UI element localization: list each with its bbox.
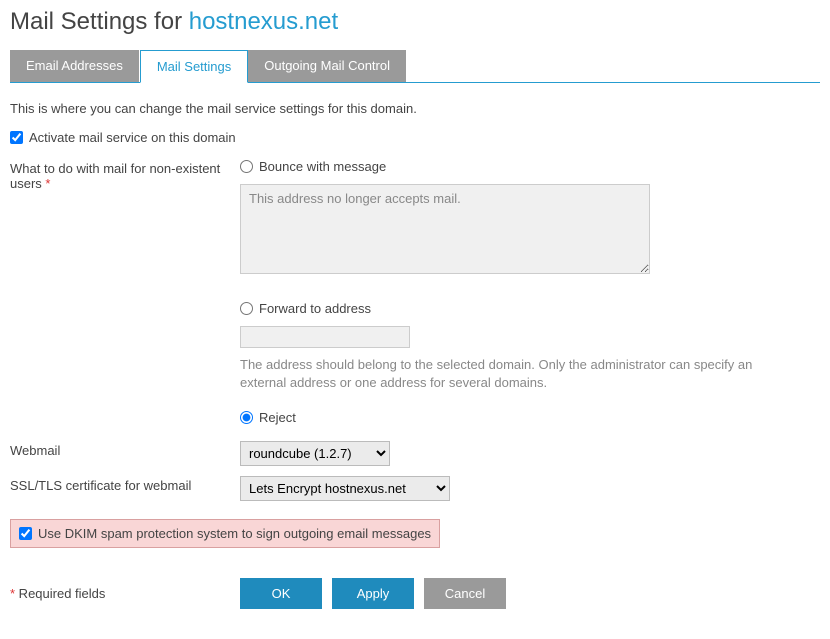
nonexistent-field: Bounce with message Forward to address T…	[240, 159, 820, 431]
reject-label: Reject	[259, 410, 296, 425]
description: This is where you can change the mail se…	[10, 101, 820, 116]
nonexistent-label: What to do with mail for non-existent us…	[10, 159, 240, 191]
page-title: Mail Settings for hostnexus.net	[10, 8, 820, 36]
title-prefix: Mail Settings for	[10, 8, 189, 35]
required-note-text: Required fields	[15, 586, 105, 601]
tab-mail-settings[interactable]: Mail Settings	[140, 50, 248, 83]
webmail-row: Webmail roundcube (1.2.7)	[10, 441, 820, 466]
tab-outgoing-mail-control[interactable]: Outgoing Mail Control	[248, 50, 407, 82]
forward-hint: The address should belong to the selecte…	[240, 356, 770, 392]
reject-radio[interactable]	[240, 411, 253, 424]
webmail-select[interactable]: roundcube (1.2.7)	[240, 441, 390, 466]
activate-label: Activate mail service on this domain	[29, 130, 236, 145]
bounce-radio[interactable]	[240, 160, 253, 173]
required-asterisk: *	[45, 176, 50, 191]
ssl-select[interactable]: Lets Encrypt hostnexus.net	[240, 476, 450, 501]
cancel-button[interactable]: Cancel	[424, 578, 506, 609]
ssl-label: SSL/TLS certificate for webmail	[10, 476, 240, 493]
ok-button[interactable]: OK	[240, 578, 322, 609]
button-bar: OK Apply Cancel	[240, 578, 506, 609]
tabs: Email Addresses Mail Settings Outgoing M…	[10, 50, 820, 83]
tab-email-addresses[interactable]: Email Addresses	[10, 50, 140, 82]
footer: * Required fields OK Apply Cancel	[10, 578, 820, 609]
activate-row: Activate mail service on this domain	[10, 130, 820, 145]
bounce-textarea[interactable]	[240, 184, 650, 274]
nonexistent-row: What to do with mail for non-existent us…	[10, 159, 820, 431]
dkim-checkbox[interactable]	[19, 527, 32, 540]
title-domain: hostnexus.net	[189, 8, 338, 35]
forward-radio[interactable]	[240, 302, 253, 315]
forward-label: Forward to address	[259, 301, 371, 316]
ssl-row: SSL/TLS certificate for webmail Lets Enc…	[10, 476, 820, 501]
required-note: * Required fields	[10, 586, 240, 601]
nonexistent-label-text: What to do with mail for non-existent us…	[10, 161, 220, 191]
bounce-label: Bounce with message	[259, 159, 386, 174]
webmail-label: Webmail	[10, 441, 240, 458]
dkim-box: Use DKIM spam protection system to sign …	[10, 519, 440, 548]
dkim-label: Use DKIM spam protection system to sign …	[38, 526, 431, 541]
forward-input[interactable]	[240, 326, 410, 348]
activate-checkbox[interactable]	[10, 131, 23, 144]
apply-button[interactable]: Apply	[332, 578, 414, 609]
